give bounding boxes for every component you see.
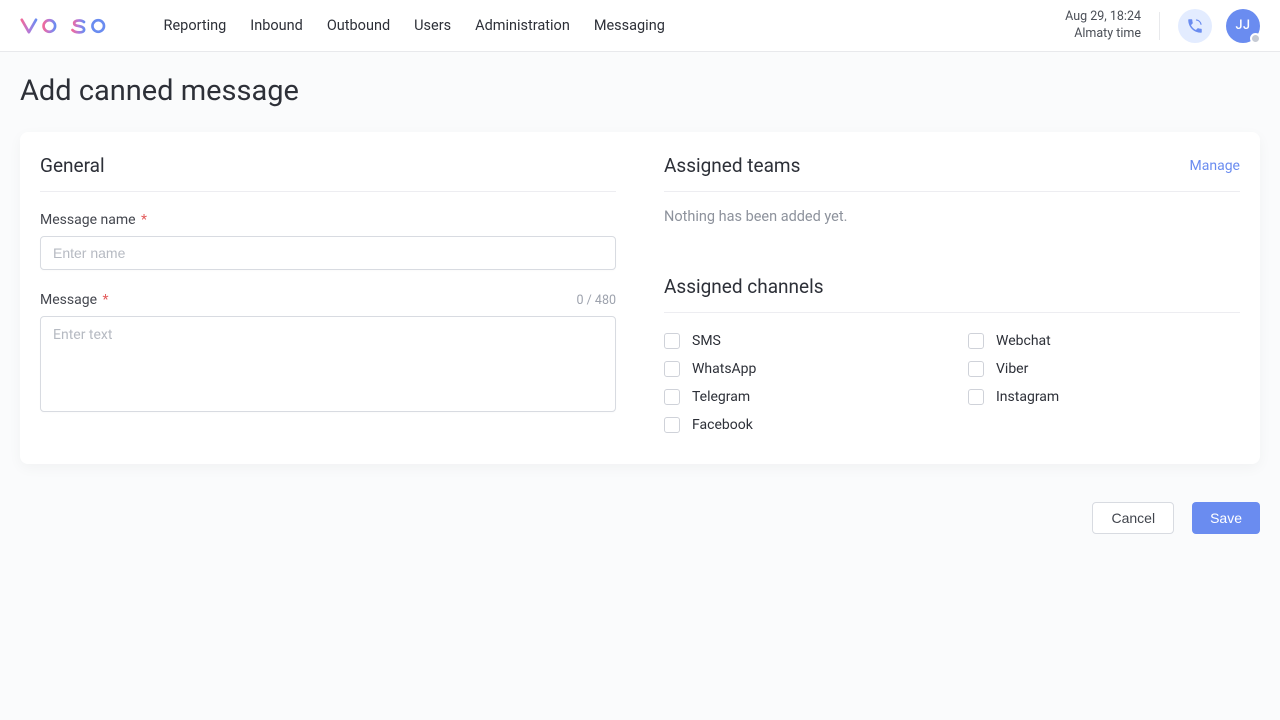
general-section-title: General (40, 154, 105, 177)
form-card: General Message name * Message * 0 / 480 (20, 132, 1260, 464)
message-body-field: Message * 0 / 480 (40, 292, 616, 416)
channel-webchat[interactable]: Webchat (968, 333, 1240, 349)
message-body-label-text: Message (40, 292, 97, 308)
channel-label: Webchat (996, 333, 1051, 349)
nav-messaging[interactable]: Messaging (594, 17, 665, 34)
channels-section-title: Assigned channels (664, 275, 824, 298)
channel-label: Telegram (692, 389, 750, 405)
channel-label: Viber (996, 361, 1028, 377)
channel-instagram[interactable]: Instagram (968, 389, 1240, 405)
manage-teams-link[interactable]: Manage (1190, 158, 1240, 174)
checkbox[interactable] (968, 333, 984, 349)
nav-outbound[interactable]: Outbound (327, 17, 390, 34)
checkbox[interactable] (664, 361, 680, 377)
general-section-head: General (40, 154, 616, 192)
datetime-line2: Almaty time (1065, 26, 1141, 43)
checkbox[interactable] (664, 333, 680, 349)
required-asterisk: * (99, 292, 109, 308)
page-title: Add canned message (20, 74, 1260, 108)
message-name-label-text: Message name (40, 212, 136, 228)
form-footer: Cancel Save (20, 464, 1260, 534)
checkbox[interactable] (968, 361, 984, 377)
channel-label: Instagram (996, 389, 1059, 405)
channel-facebook[interactable]: Facebook (664, 417, 936, 433)
checkbox[interactable] (968, 389, 984, 405)
channel-telegram[interactable]: Telegram (664, 389, 936, 405)
checkbox[interactable] (664, 417, 680, 433)
main-nav: Reporting Inbound Outbound Users Adminis… (164, 17, 665, 34)
checkbox[interactable] (664, 389, 680, 405)
channels-list: SMS WhatsApp Telegram Facebook (664, 333, 1240, 433)
cancel-button[interactable]: Cancel (1092, 502, 1174, 534)
right-column: Assigned teams Manage Nothing has been a… (664, 154, 1240, 438)
channel-whatsapp[interactable]: WhatsApp (664, 361, 936, 377)
header-right: Aug 29, 18:24 Almaty time JJ (1065, 9, 1260, 43)
channels-section-head: Assigned channels (664, 275, 1240, 313)
message-body-label: Message * (40, 292, 109, 308)
presence-indicator (1250, 33, 1261, 44)
message-body-input[interactable] (40, 316, 616, 412)
channel-label: WhatsApp (692, 361, 756, 377)
required-asterisk: * (138, 212, 148, 228)
dialer-button[interactable] (1178, 9, 1212, 43)
channel-label: SMS (692, 333, 721, 349)
message-name-input[interactable] (40, 236, 616, 270)
channels-col-left: SMS WhatsApp Telegram Facebook (664, 333, 936, 433)
message-name-label: Message name * (40, 212, 147, 228)
nav-reporting[interactable]: Reporting (164, 17, 227, 34)
channel-viber[interactable]: Viber (968, 361, 1240, 377)
voiso-logo-icon (20, 18, 136, 34)
datetime: Aug 29, 18:24 Almaty time (1065, 9, 1141, 43)
message-name-field: Message name * (40, 212, 616, 270)
app-header: Reporting Inbound Outbound Users Adminis… (0, 0, 1280, 52)
logo[interactable] (20, 18, 136, 34)
phone-icon (1186, 17, 1204, 35)
channels-col-right: Webchat Viber Instagram (968, 333, 1240, 433)
channel-label: Facebook (692, 417, 753, 433)
nav-users[interactable]: Users (414, 17, 451, 34)
page: Add canned message General Message name … (0, 52, 1280, 534)
message-char-counter: 0 / 480 (577, 293, 616, 308)
teams-empty-text: Nothing has been added yet. (664, 208, 1240, 225)
teams-section-title: Assigned teams (664, 154, 800, 177)
general-section: General Message name * Message * 0 / 480 (40, 154, 616, 438)
nav-inbound[interactable]: Inbound (250, 17, 303, 34)
nav-administration[interactable]: Administration (475, 17, 570, 34)
header-separator (1159, 12, 1160, 40)
channel-sms[interactable]: SMS (664, 333, 936, 349)
save-button[interactable]: Save (1192, 502, 1260, 534)
teams-section-head: Assigned teams Manage (664, 154, 1240, 192)
avatar-wrap: JJ (1226, 9, 1260, 43)
datetime-line1: Aug 29, 18:24 (1065, 9, 1141, 26)
